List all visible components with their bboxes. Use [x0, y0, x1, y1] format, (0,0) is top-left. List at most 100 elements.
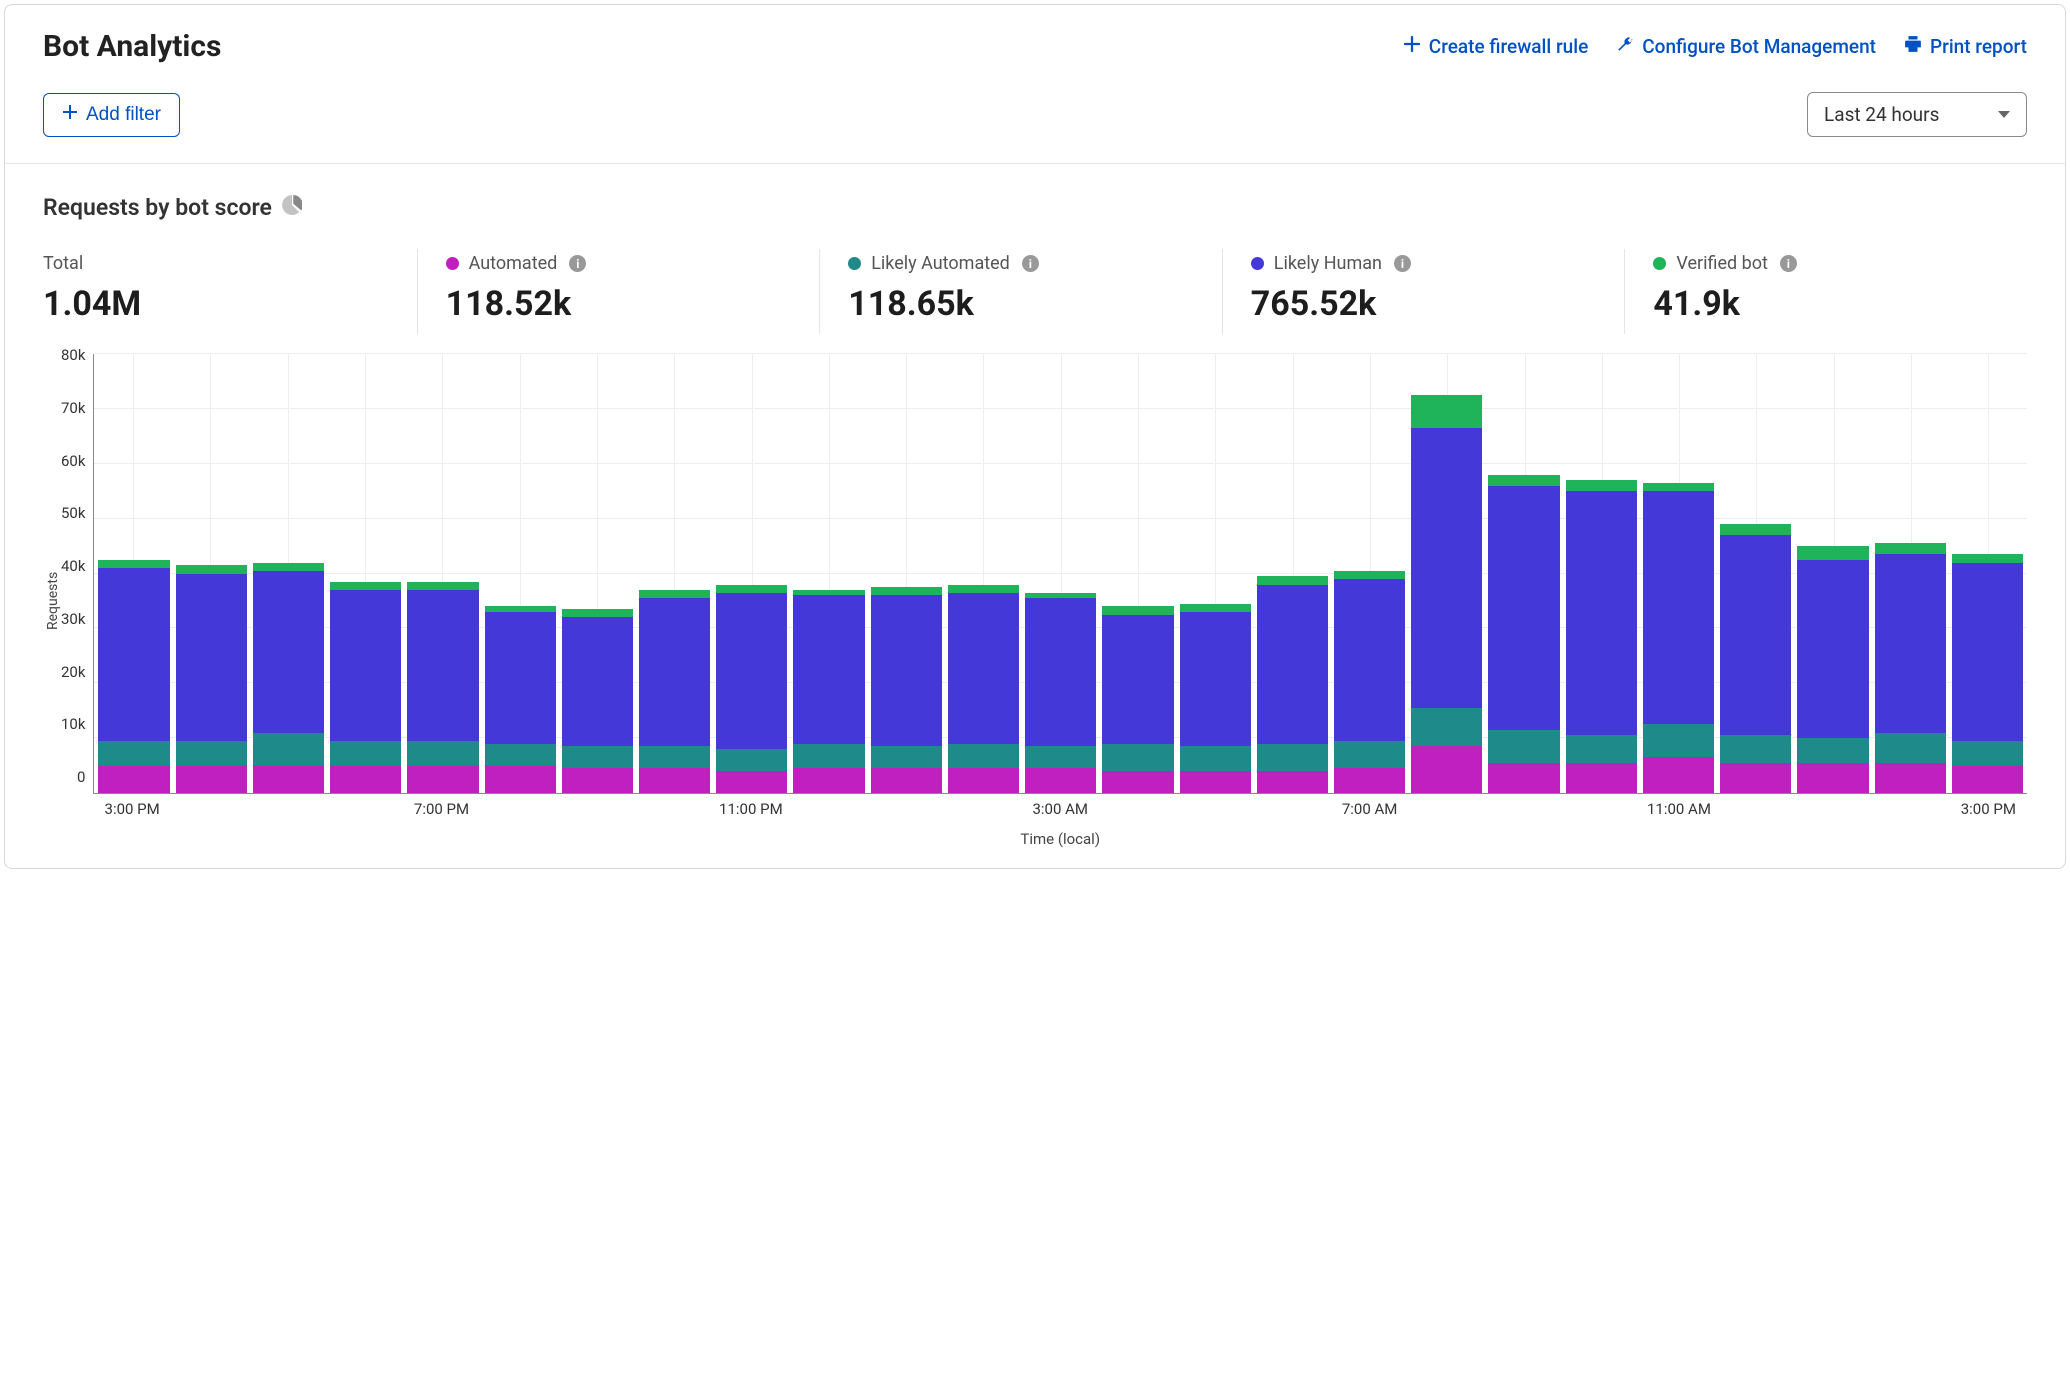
bar-column[interactable]	[1643, 354, 1714, 793]
plus-icon	[62, 104, 78, 126]
bar-segment-automated	[716, 771, 787, 793]
bar-segment-likely_human	[639, 598, 710, 746]
bar-segment-verified_bot	[1102, 606, 1173, 614]
bar-column[interactable]	[1875, 354, 1946, 793]
x-axis-ticks: 3:00 PM7:00 PM11:00 PM3:00 AM7:00 AM11:0…	[93, 800, 2027, 826]
info-icon[interactable]: i	[569, 255, 586, 272]
bar-column[interactable]	[793, 354, 864, 793]
bar-segment-verified_bot	[1566, 480, 1637, 491]
bar-segment-likely_automated	[1797, 738, 1868, 763]
bar-segment-automated	[1257, 771, 1328, 793]
bar-column[interactable]	[407, 354, 478, 793]
info-icon[interactable]: i	[1394, 255, 1411, 272]
stat-label-text: Automated	[469, 253, 558, 274]
bar-segment-automated	[1488, 763, 1559, 793]
bar-column[interactable]	[1180, 354, 1251, 793]
bar-column[interactable]	[1334, 354, 1405, 793]
color-dot	[446, 257, 459, 270]
bar-segment-likely_human	[1257, 585, 1328, 744]
stat-card: Verified boti41.9k	[1625, 249, 2027, 334]
bar-segment-automated	[1411, 746, 1482, 793]
bar-column[interactable]	[1566, 354, 1637, 793]
stat-label: Likely Automatedi	[848, 253, 1194, 274]
info-icon[interactable]: i	[1780, 255, 1797, 272]
bar-segment-likely_human	[716, 593, 787, 749]
bar-column[interactable]	[639, 354, 710, 793]
bar-segment-automated	[98, 766, 169, 793]
y-tick: 10k	[61, 715, 85, 733]
configure-bot-management-link[interactable]: Configure Bot Management	[1616, 35, 1876, 58]
x-tick: 3:00 PM	[105, 800, 160, 818]
stat-value: 1.04M	[43, 284, 389, 324]
time-range-select[interactable]: Last 24 hours	[1807, 92, 2027, 137]
create-firewall-rule-link[interactable]: Create firewall rule	[1403, 35, 1588, 58]
stat-label: Automated i	[446, 253, 792, 274]
bar-segment-likely_automated	[1180, 746, 1251, 771]
bar-column[interactable]	[562, 354, 633, 793]
bar-column[interactable]	[1257, 354, 1328, 793]
stat-label-text: Likely Human	[1274, 253, 1382, 274]
bar-segment-automated	[1025, 768, 1096, 793]
bar-column[interactable]	[98, 354, 169, 793]
stat-label-text: Total	[43, 253, 83, 274]
add-filter-button[interactable]: Add filter	[43, 93, 180, 137]
page-title: Bot Analytics	[43, 29, 221, 64]
bar-segment-verified_bot	[562, 609, 633, 617]
bar-segment-verified_bot	[330, 582, 401, 590]
bar-segment-likely_automated	[407, 741, 478, 766]
bar-column[interactable]	[1797, 354, 1868, 793]
bar-segment-verified_bot	[1875, 543, 1946, 554]
bar-segment-automated	[1797, 763, 1868, 793]
bar-segment-verified_bot	[1257, 576, 1328, 584]
bar-segment-automated	[1875, 763, 1946, 793]
bar-segment-likely_human	[1102, 615, 1173, 744]
bar-segment-automated	[253, 766, 324, 793]
y-tick: 70k	[61, 399, 85, 417]
bar-segment-likely_automated	[948, 744, 1019, 769]
x-tick: 11:00 PM	[719, 800, 783, 818]
bar-segment-likely_human	[948, 593, 1019, 744]
wrench-icon	[1616, 35, 1634, 58]
bar-segment-verified_bot	[1720, 524, 1791, 535]
bar-column[interactable]	[716, 354, 787, 793]
y-tick: 80k	[61, 346, 85, 364]
bar-column[interactable]	[1720, 354, 1791, 793]
print-report-link[interactable]: Print report	[1904, 35, 2027, 58]
bar-column[interactable]	[948, 354, 1019, 793]
bar-segment-likely_automated	[1875, 733, 1946, 763]
bar-column[interactable]	[1411, 354, 1482, 793]
color-dot	[848, 257, 861, 270]
bar-segment-likely_human	[1952, 563, 2023, 741]
bar-segment-automated	[176, 766, 247, 793]
bar-column[interactable]	[253, 354, 324, 793]
bar-column[interactable]	[871, 354, 942, 793]
bar-column[interactable]	[1488, 354, 1559, 793]
bar-segment-likely_automated	[1952, 741, 2023, 766]
bar-column[interactable]	[485, 354, 556, 793]
bar-column[interactable]	[330, 354, 401, 793]
bar-segment-likely_automated	[176, 741, 247, 766]
bar-segment-verified_bot	[176, 565, 247, 573]
info-icon[interactable]: i	[1022, 255, 1039, 272]
x-tick: 11:00 AM	[1647, 800, 1711, 818]
bar-segment-likely_human	[562, 617, 633, 746]
stat-card: Likely Automatedi118.65k	[820, 249, 1223, 334]
bar-segment-likely_automated	[485, 744, 556, 766]
bar-segment-verified_bot	[1411, 395, 1482, 428]
bar-segment-verified_bot	[948, 585, 1019, 593]
bar-column[interactable]	[1025, 354, 1096, 793]
bar-segment-automated	[485, 766, 556, 793]
chart: Requests 80k70k60k50k40k30k20k10k0 3:00 …	[43, 354, 2027, 848]
bar-segment-likely_human	[871, 595, 942, 746]
bar-column[interactable]	[1102, 354, 1173, 793]
stat-card: Automatedi118.52k	[418, 249, 821, 334]
plot-area	[93, 354, 2027, 794]
stat-card: Likely Human i 765.52k	[1223, 249, 1626, 334]
bar-segment-likely_automated	[253, 733, 324, 766]
bar-segment-likely_human	[407, 590, 478, 741]
stat-value: 765.52k	[1251, 284, 1597, 324]
bar-column[interactable]	[1952, 354, 2023, 793]
bar-column[interactable]	[176, 354, 247, 793]
stat-label: Likely Human i	[1251, 253, 1597, 274]
plus-icon	[1403, 35, 1421, 58]
